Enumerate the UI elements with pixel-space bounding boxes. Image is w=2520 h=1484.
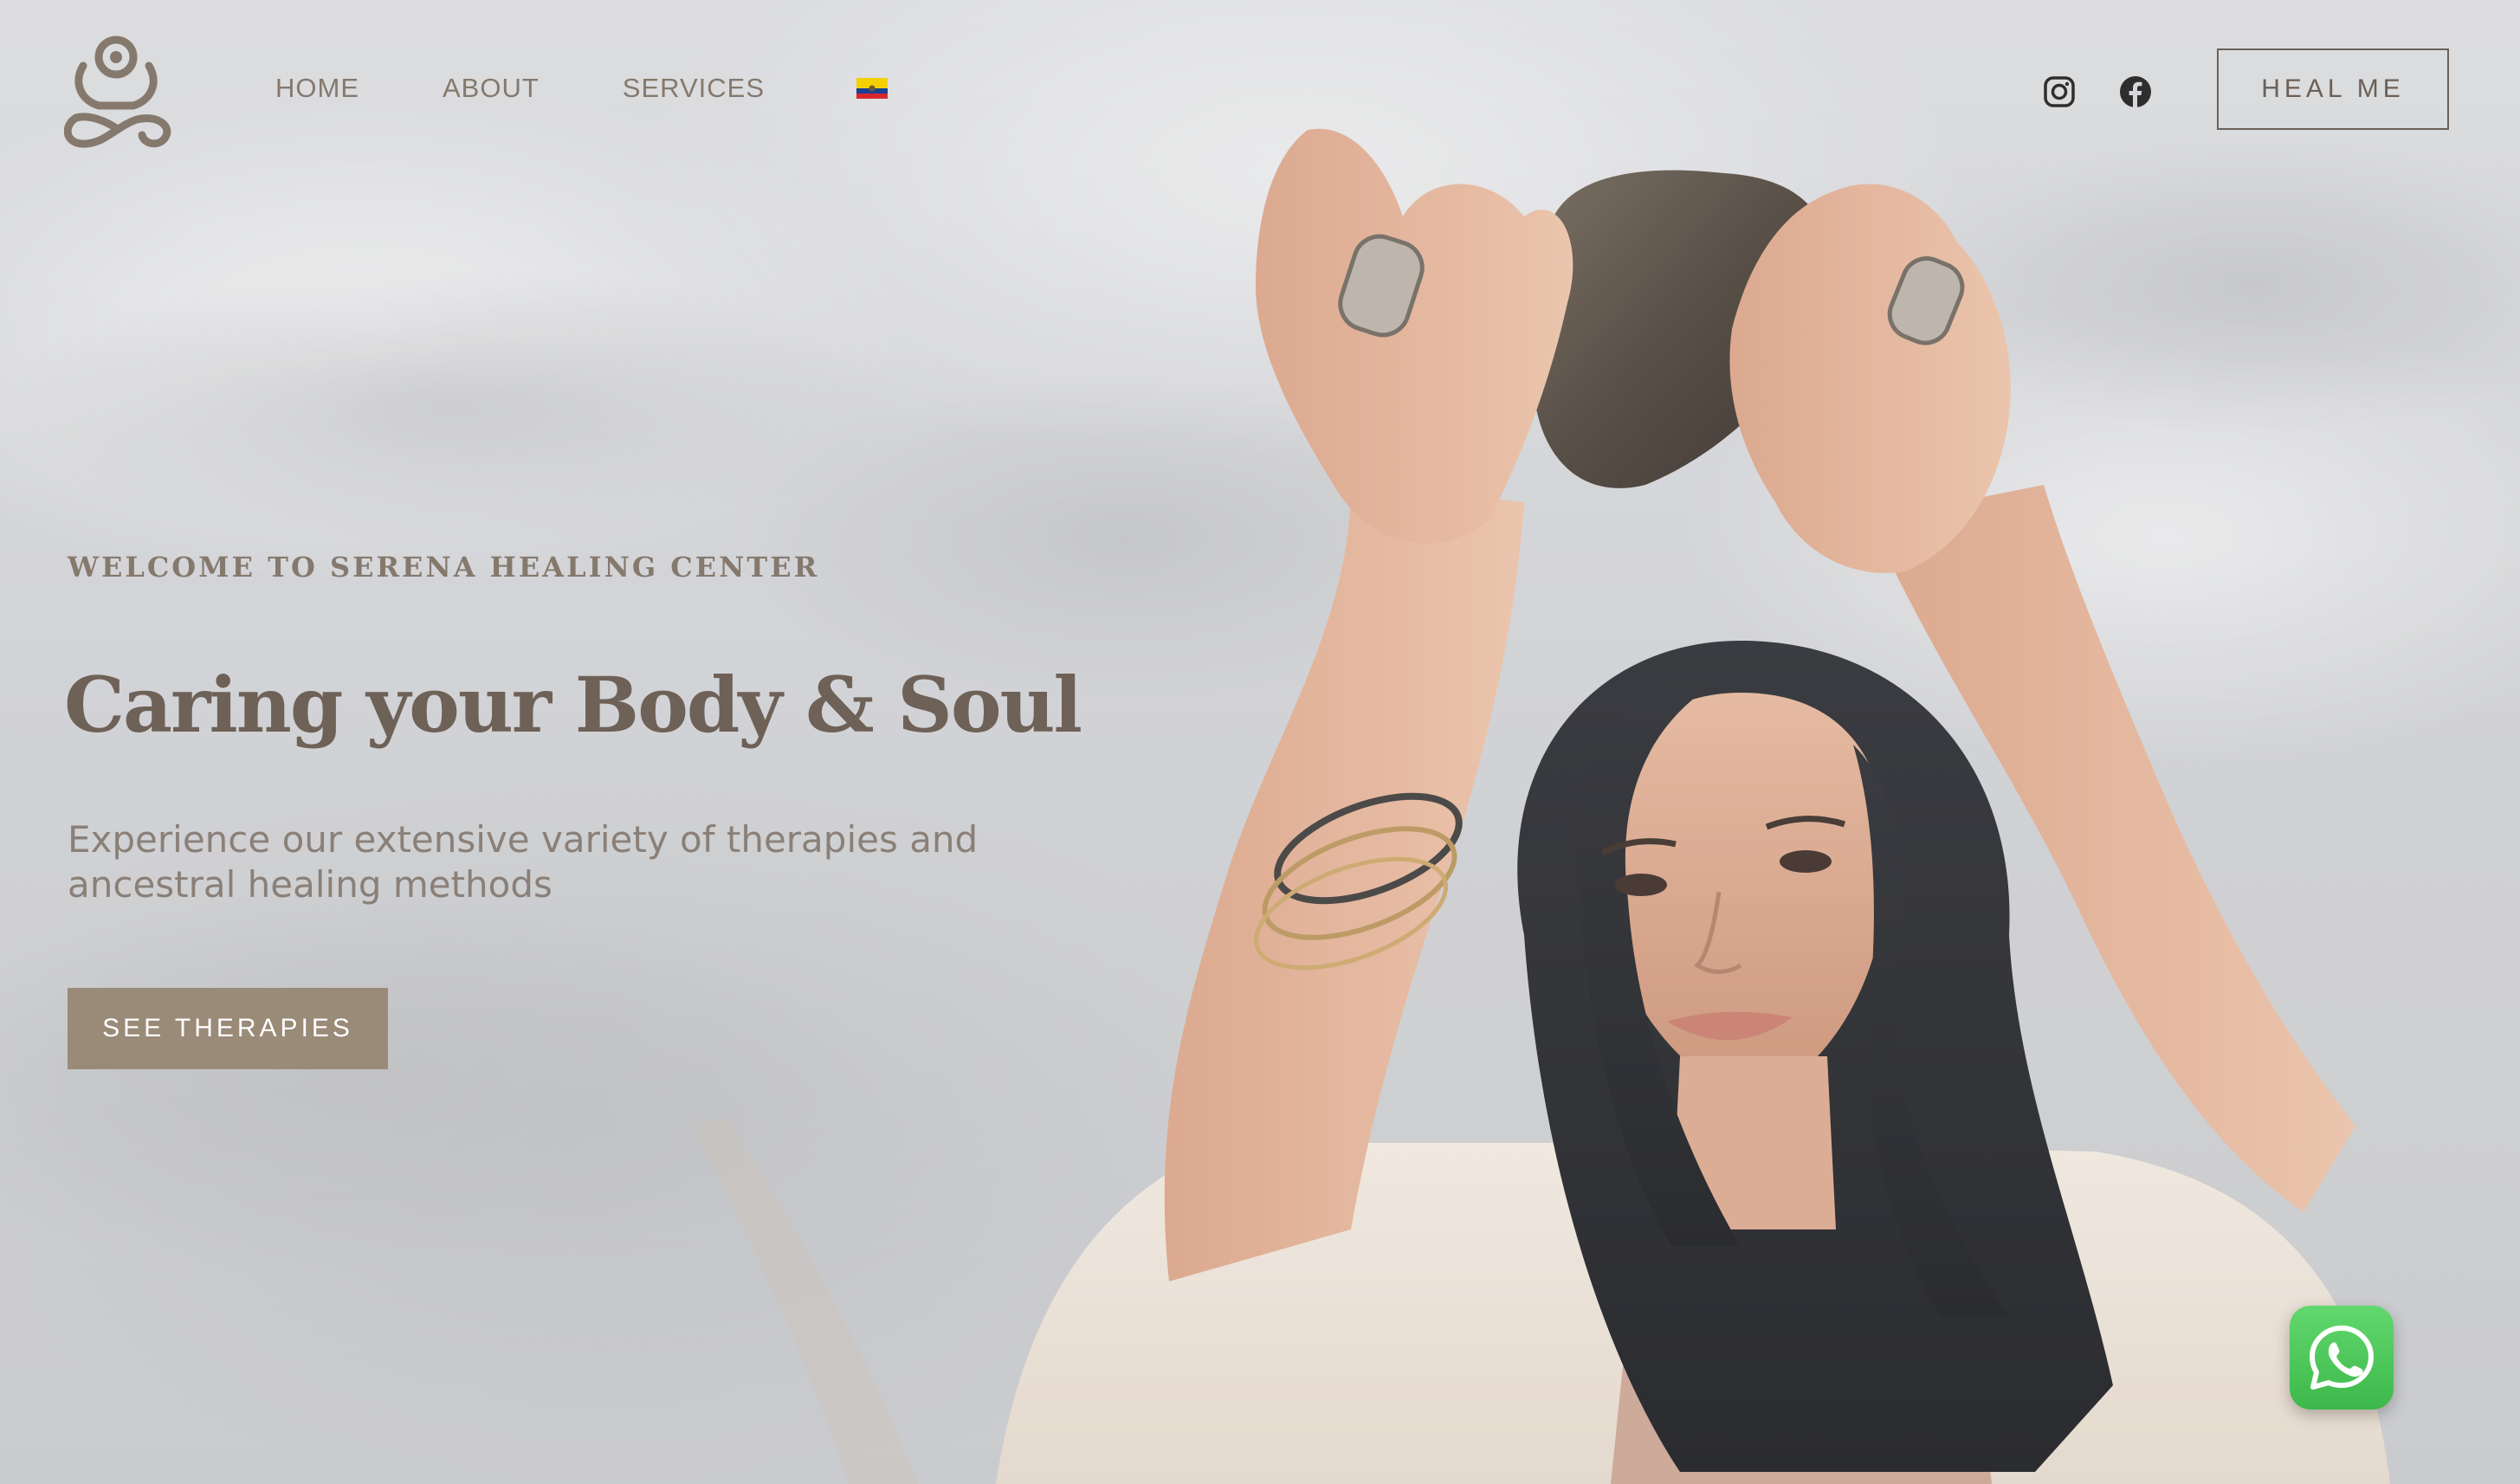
whatsapp-icon xyxy=(2310,1326,2374,1390)
nav-item-about[interactable]: ABOUT xyxy=(443,73,540,104)
nav-item-services[interactable]: SERVICES xyxy=(623,73,765,104)
heal-me-button[interactable]: HEAL ME xyxy=(2217,48,2449,130)
facebook-icon[interactable] xyxy=(2118,74,2153,109)
meditating-figure-logo-icon[interactable] xyxy=(64,31,173,149)
instagram-icon[interactable] xyxy=(2042,74,2077,109)
hero-subtitle: Experience our extensive variety of ther… xyxy=(68,818,979,906)
main-nav: HOME ABOUT SERVICES xyxy=(275,73,888,104)
hero-section: HOME ABOUT SERVICES HEAL ME WELCOME TO S… xyxy=(0,0,2520,1484)
hero-headline: Caring your Body & Soul xyxy=(64,660,1082,750)
ecuador-flag-icon[interactable] xyxy=(856,78,888,99)
welcome-tagline: WELCOME TO SERENA HEALING CENTER xyxy=(68,551,820,584)
see-therapies-button[interactable]: SEE THERAPIES xyxy=(68,988,388,1069)
whatsapp-button[interactable] xyxy=(2290,1306,2394,1410)
nav-item-home[interactable]: HOME xyxy=(275,73,359,104)
